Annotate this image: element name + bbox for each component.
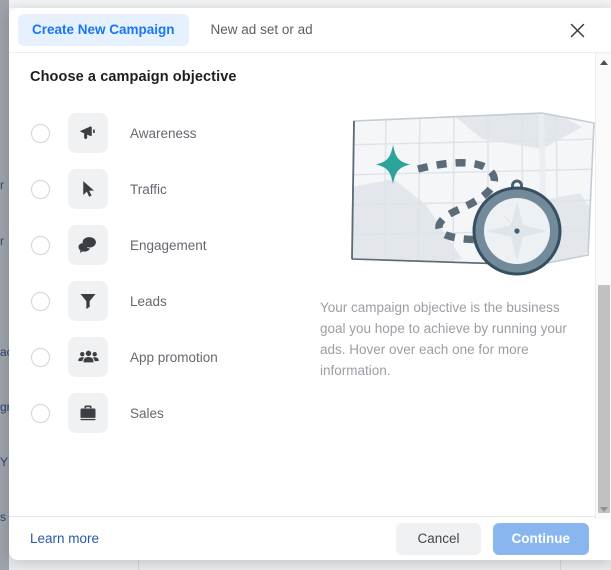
create-campaign-dialog: Create New Campaign New ad set or ad Cho… [9, 8, 611, 560]
radio-sales[interactable] [31, 403, 50, 423]
objective-row-app-promotion[interactable]: App promotion [23, 329, 313, 385]
funnel-icon [78, 291, 98, 311]
people-icon [77, 347, 99, 368]
map-with-compass-illustration [342, 109, 604, 279]
briefcase-icon [78, 403, 98, 423]
close-button[interactable] [566, 19, 589, 42]
cancel-button[interactable]: Cancel [396, 522, 481, 555]
objective-label: App promotion [130, 349, 218, 365]
radio-app-promotion[interactable] [31, 347, 50, 367]
objective-icon-tile [68, 393, 108, 433]
radio-engagement[interactable] [31, 235, 50, 255]
objective-icon-tile [68, 281, 108, 321]
vertical-scrollbar[interactable] [595, 53, 611, 519]
page-title: Choose a campaign objective [30, 69, 237, 85]
objective-label: Awareness [130, 125, 197, 141]
dialog-footer: Learn more Cancel Continue [9, 516, 611, 560]
info-description: Your campaign objective is the business … [320, 300, 567, 378]
tab-create-new-campaign[interactable]: Create New Campaign [18, 14, 189, 46]
dialog-header: Create New Campaign New ad set or ad [9, 8, 611, 52]
objective-row-sales[interactable]: Sales [23, 385, 313, 441]
close-icon [570, 23, 585, 38]
objective-row-leads[interactable]: Leads [23, 273, 313, 329]
objective-label: Sales [130, 405, 164, 421]
radio-traffic[interactable] [31, 179, 50, 199]
objective-icon-tile [68, 337, 108, 377]
chevron-down-icon [599, 507, 608, 512]
objective-icon-tile [68, 169, 108, 209]
objective-row-awareness[interactable]: Awareness [23, 105, 313, 161]
footer-actions: Cancel Continue [396, 522, 589, 555]
megaphone-icon [78, 123, 98, 143]
objective-icon-tile [68, 225, 108, 265]
background-top-strip [9, 0, 611, 8]
scroll-up-button[interactable] [596, 55, 611, 70]
objective-list: Awareness Traffic Engagement Leads App p… [23, 105, 313, 441]
background-left-strip [0, 0, 9, 570]
chat-bubbles-icon [78, 235, 98, 255]
dialog-body: Choose a campaign objective Awareness Tr… [9, 52, 611, 516]
radio-awareness[interactable] [31, 123, 50, 143]
continue-button[interactable]: Continue [492, 522, 589, 555]
objective-icon-tile [68, 113, 108, 153]
objective-label: Engagement [130, 237, 207, 253]
learn-more-link[interactable]: Learn more [30, 531, 99, 546]
objective-row-engagement[interactable]: Engagement [23, 217, 313, 273]
chevron-up-icon [599, 60, 608, 65]
radio-leads[interactable] [31, 291, 50, 311]
cursor-icon [78, 179, 98, 199]
objective-label: Leads [130, 293, 167, 309]
objective-label: Traffic [130, 181, 167, 197]
objective-row-traffic[interactable]: Traffic [23, 161, 313, 217]
scrollbar-thumb[interactable] [598, 285, 610, 513]
scroll-down-button[interactable] [596, 502, 611, 517]
info-panel: Your campaign objective is the business … [314, 109, 595, 381]
tab-new-ad-set-or-ad[interactable]: New ad set or ad [197, 14, 327, 46]
